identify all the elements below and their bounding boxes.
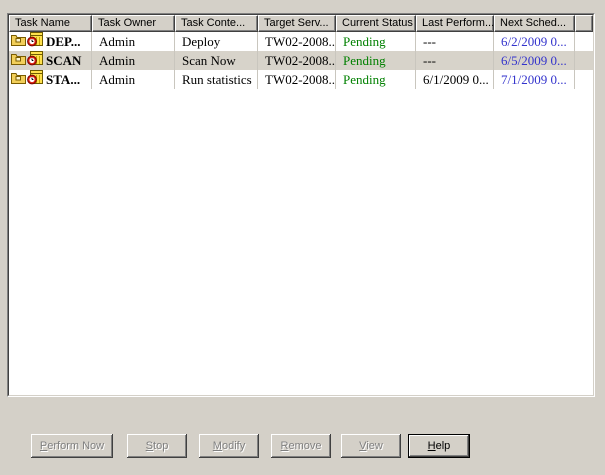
task-scheduler-panel: { "table": { "columns": ["Task Name", "T…	[0, 0, 605, 475]
current-status: Pending	[336, 70, 416, 89]
task-name-cell: DEP...	[9, 32, 92, 51]
column-header-next-scheduled[interactable]: Next Sched...	[494, 15, 575, 32]
accel-letter: M	[213, 440, 222, 452]
schedule-clock-icon	[27, 51, 43, 70]
task-content: Run statistics	[175, 70, 258, 89]
target-server: TW02-2008...	[258, 32, 336, 51]
button-label: erform Now	[47, 440, 104, 452]
task-content: Scan Now	[175, 51, 258, 70]
column-header-filler	[575, 15, 593, 32]
column-header-task-content[interactable]: Task Conte...	[175, 15, 258, 32]
last-performed: 6/1/2009 0...	[416, 70, 494, 89]
schedule-clock-icon	[27, 32, 43, 51]
next-scheduled: 6/5/2009 0...	[494, 51, 575, 70]
column-header-task-name[interactable]: Task Name	[9, 15, 92, 32]
button-label: odify	[222, 440, 245, 452]
last-performed: ---	[416, 32, 494, 51]
button-label: elp	[436, 440, 451, 452]
task-list-inner: Task Name Task Owner Task Conte... Targe…	[8, 14, 594, 396]
current-status: Pending	[336, 32, 416, 51]
column-header-current-status[interactable]: Current Status	[336, 15, 416, 32]
task-list-view: Task Name Task Owner Task Conte... Targe…	[7, 13, 595, 397]
current-status: Pending	[336, 51, 416, 70]
target-server: TW02-2008...	[258, 51, 336, 70]
button-label: top	[153, 440, 168, 452]
help-button[interactable]: Help	[408, 434, 470, 458]
button-label: iew	[366, 440, 383, 452]
perform-now-button[interactable]: Perform Now	[31, 434, 113, 458]
task-folder-icon	[11, 32, 26, 51]
task-name: STA...	[44, 70, 80, 89]
list-header: Task Name Task Owner Task Conte... Targe…	[9, 15, 593, 32]
task-owner: Admin	[92, 70, 175, 89]
accel-letter: H	[428, 440, 436, 452]
task-name-cell: STA...	[9, 70, 92, 89]
remove-button[interactable]: Remove	[271, 434, 331, 458]
modify-button[interactable]: Modify	[199, 434, 259, 458]
accel-letter: S	[146, 440, 153, 452]
column-header-target-server[interactable]: Target Serv...	[258, 15, 336, 32]
next-scheduled: 7/1/2009 0...	[494, 70, 575, 89]
table-row[interactable]: SCAN Admin Scan Now TW02-2008... Pending…	[9, 51, 593, 70]
view-button[interactable]: View	[341, 434, 401, 458]
task-folder-icon	[11, 51, 26, 70]
next-scheduled: 6/2/2009 0...	[494, 32, 575, 51]
task-name-cell: SCAN	[9, 51, 92, 70]
table-row[interactable]: STA... Admin Run statistics TW02-2008...…	[9, 70, 593, 89]
stop-button[interactable]: Stop	[127, 434, 187, 458]
column-header-last-performed[interactable]: Last Perform...	[416, 15, 494, 32]
schedule-clock-icon	[27, 70, 43, 89]
task-owner: Admin	[92, 51, 175, 70]
column-header-task-owner[interactable]: Task Owner	[92, 15, 175, 32]
task-owner: Admin	[92, 32, 175, 51]
last-performed: ---	[416, 51, 494, 70]
task-folder-icon	[11, 70, 26, 89]
target-server: TW02-2008...	[258, 70, 336, 89]
task-content: Deploy	[175, 32, 258, 51]
task-name: DEP...	[44, 32, 81, 51]
button-label: emove	[288, 440, 321, 452]
table-row[interactable]: DEP... Admin Deploy TW02-2008... Pending…	[9, 32, 593, 51]
task-name: SCAN	[44, 51, 81, 70]
